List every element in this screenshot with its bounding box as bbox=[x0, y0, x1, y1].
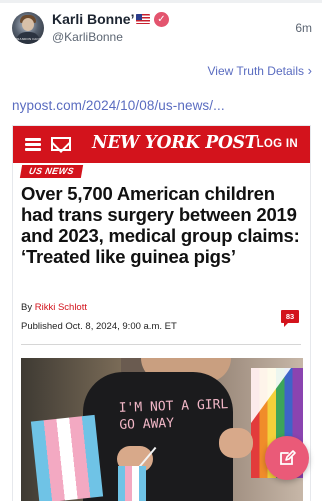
verified-badge-icon: ✓ bbox=[154, 12, 169, 27]
compose-icon bbox=[280, 450, 296, 465]
article-link[interactable]: nypost.com/2024/10/08/us-news/... bbox=[12, 98, 225, 113]
article-photo[interactable]: I'M NOT A GIRL GO AWAY bbox=[21, 358, 303, 501]
article-headline[interactable]: Over 5,700 American children had trans s… bbox=[21, 183, 303, 267]
user-handle[interactable]: @KarliBonne bbox=[52, 30, 123, 44]
shirt-text: I'M NOT A GIRL GO AWAY bbox=[118, 397, 229, 433]
link-preview-card[interactable]: NEW YORK POST LOG IN US NEWS Over 5,700 … bbox=[12, 125, 311, 501]
chevron-right-icon: › bbox=[307, 63, 312, 78]
post-header: BRANDON FANS Karli Bonne’ ✓ @KarliBonne … bbox=[12, 10, 312, 46]
divider bbox=[21, 344, 301, 345]
byline-prefix: By bbox=[21, 302, 35, 313]
avatar[interactable]: BRANDON FANS bbox=[12, 12, 44, 44]
view-truth-details-link[interactable]: View Truth Details bbox=[208, 64, 305, 78]
nyp-logo[interactable]: NEW YORK POST bbox=[92, 132, 257, 153]
byline: By Rikki Schlott bbox=[21, 302, 87, 313]
comment-count-badge[interactable]: 83 bbox=[281, 310, 299, 327]
login-button[interactable]: LOG IN bbox=[257, 138, 298, 150]
author-link[interactable]: Rikki Schlott bbox=[35, 302, 87, 313]
nyp-masthead-bar: NEW YORK POST LOG IN bbox=[13, 126, 310, 163]
published-date: Published Oct. 8, 2024, 9:00 a.m. ET bbox=[21, 321, 177, 332]
compose-button[interactable] bbox=[265, 436, 309, 480]
hamburger-icon[interactable] bbox=[25, 138, 41, 151]
mail-icon[interactable] bbox=[51, 137, 71, 151]
section-tag[interactable]: US NEWS bbox=[19, 165, 83, 178]
display-name[interactable]: Karli Bonne’ bbox=[52, 11, 134, 27]
trans-flag bbox=[30, 414, 104, 501]
avatar-caption: BRANDON FANS bbox=[14, 37, 42, 41]
us-flag-icon bbox=[136, 14, 150, 24]
top-divider bbox=[0, 0, 322, 3]
small-trans-flag bbox=[118, 466, 146, 501]
post-timestamp: 6m bbox=[295, 21, 312, 35]
